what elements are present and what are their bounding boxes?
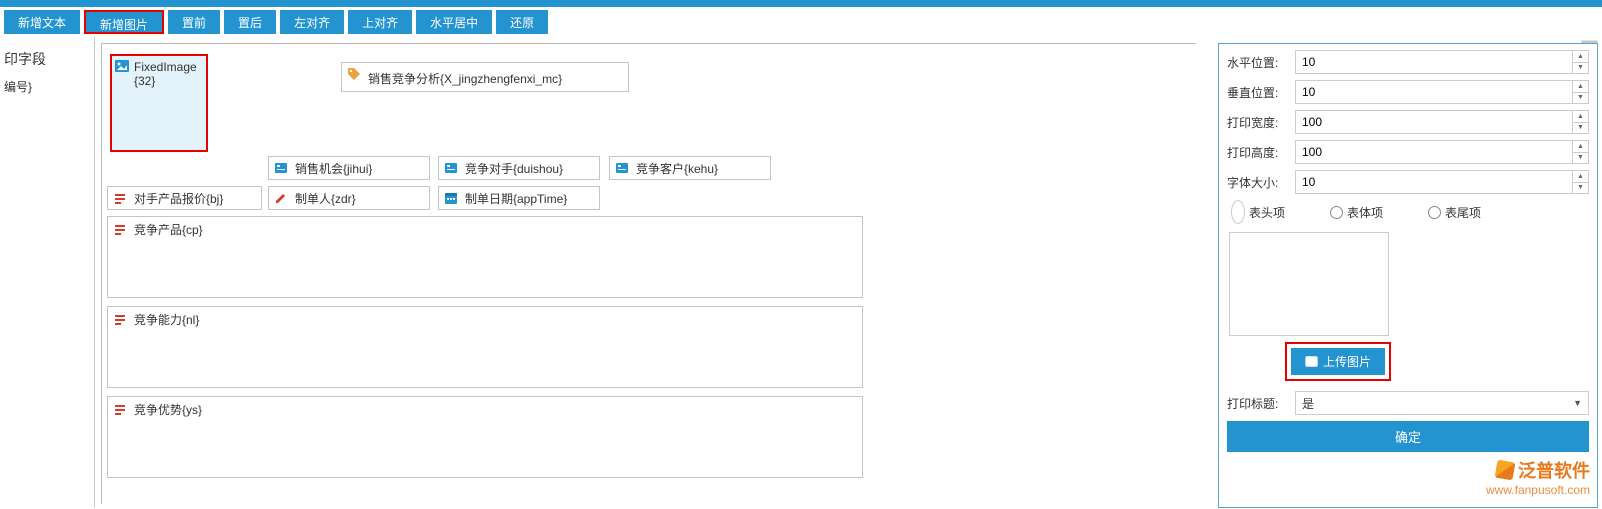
field-text: 竞争客户{kehu} bbox=[636, 160, 718, 177]
properties-panel: 水平位置: ▲▼ 垂直位置: ▲▼ 打印宽度: ▲▼ 打印高度: ▲▼ bbox=[1218, 43, 1598, 508]
fields-panel-title: 印字段 bbox=[0, 45, 94, 75]
print-title-select[interactable]: 是 ▼ bbox=[1295, 391, 1589, 415]
spinner-down-icon[interactable]: ▼ bbox=[1573, 63, 1588, 74]
window-titlebar bbox=[0, 0, 1602, 7]
pwidth-input[interactable] bbox=[1296, 111, 1572, 133]
title-field-text: 销售竞争分析{X_jingzhengfenxi_mc} bbox=[368, 70, 562, 87]
field-duishou[interactable]: 竞争对手{duishou} bbox=[438, 156, 600, 180]
field-text: 竞争产品{cp} bbox=[134, 223, 203, 237]
select-value: 是 bbox=[1302, 395, 1314, 412]
spinner-up-icon[interactable]: ▲ bbox=[1573, 141, 1588, 153]
canvas-wrap: FixedImage{32} 销售竞争分析{X_jingzhengfenxi_m… bbox=[95, 37, 1196, 508]
calendar-icon bbox=[444, 191, 458, 205]
send-back-button[interactable]: 置后 bbox=[224, 10, 276, 34]
image-icon bbox=[115, 60, 129, 72]
spinner-up-icon[interactable]: ▲ bbox=[1573, 51, 1588, 63]
field-text: 制单日期{appTime} bbox=[465, 190, 567, 207]
chevron-down-icon: ▼ bbox=[1573, 398, 1582, 408]
field-list-item[interactable]: 编号} bbox=[0, 75, 94, 98]
spinner-down-icon[interactable]: ▼ bbox=[1573, 123, 1588, 134]
upload-label: 上传图片 bbox=[1323, 353, 1371, 370]
spinner-up-icon[interactable]: ▲ bbox=[1573, 171, 1588, 183]
fontsize-spinner[interactable]: ▲▼ bbox=[1295, 170, 1589, 194]
radio-body[interactable]: 表体项 bbox=[1330, 204, 1383, 221]
text-icon bbox=[113, 191, 127, 205]
field-text: 竞争能力{nl} bbox=[134, 313, 199, 327]
radio-header[interactable]: 表头项 bbox=[1231, 200, 1285, 224]
fixed-image-block[interactable]: FixedImage{32} bbox=[110, 54, 208, 152]
text-icon bbox=[113, 312, 127, 326]
field-nl[interactable]: 竞争能力{nl} bbox=[107, 306, 863, 388]
fixed-image-label: FixedImage{32} bbox=[134, 60, 197, 88]
upload-icon bbox=[1305, 355, 1318, 368]
upload-image-button[interactable]: 上传图片 bbox=[1291, 348, 1385, 375]
field-text: 对手产品报价{bj} bbox=[134, 190, 223, 207]
pheight-label: 打印高度: bbox=[1227, 144, 1295, 161]
radio-icon bbox=[1231, 200, 1245, 224]
field-text: 制单人{zdr} bbox=[295, 190, 356, 207]
vpos-spinner[interactable]: ▲▼ bbox=[1295, 80, 1589, 104]
radio-icon bbox=[1428, 206, 1441, 219]
hpos-input[interactable] bbox=[1296, 51, 1572, 73]
vpos-label: 垂直位置: bbox=[1227, 84, 1295, 101]
hpos-label: 水平位置: bbox=[1227, 54, 1295, 71]
field-kehu[interactable]: 竞争客户{kehu} bbox=[609, 156, 771, 180]
brand-url: www.fanpusoft.com bbox=[1486, 483, 1590, 497]
field-text: 竞争优势{ys} bbox=[134, 403, 202, 417]
field-text: 竞争对手{duishou} bbox=[465, 160, 563, 177]
logo-icon bbox=[1495, 460, 1516, 481]
spinner-up-icon[interactable]: ▲ bbox=[1573, 81, 1588, 93]
spinner-down-icon[interactable]: ▼ bbox=[1573, 93, 1588, 104]
title-field[interactable]: 销售竞争分析{X_jingzhengfenxi_mc} bbox=[341, 62, 629, 92]
field-bj[interactable]: 对手产品报价{bj} bbox=[107, 186, 262, 210]
radio-label: 表尾项 bbox=[1445, 204, 1481, 221]
fontsize-input[interactable] bbox=[1296, 171, 1572, 193]
pwidth-label: 打印宽度: bbox=[1227, 114, 1295, 131]
brand-text: 泛普软件 bbox=[1518, 457, 1590, 483]
field-apptime[interactable]: 制单日期{appTime} bbox=[438, 186, 600, 210]
radio-label: 表体项 bbox=[1347, 204, 1383, 221]
vpos-input[interactable] bbox=[1296, 81, 1572, 103]
spinner-down-icon[interactable]: ▼ bbox=[1573, 183, 1588, 194]
left-fields-panel: 印字段 编号} bbox=[0, 37, 95, 508]
upload-highlight: 上传图片 bbox=[1285, 342, 1391, 381]
field-text: 销售机会{jihui} bbox=[295, 160, 372, 177]
align-top-button[interactable]: 上对齐 bbox=[348, 10, 412, 34]
pwidth-spinner[interactable]: ▲▼ bbox=[1295, 110, 1589, 134]
pheight-input[interactable] bbox=[1296, 141, 1572, 163]
radio-footer[interactable]: 表尾项 bbox=[1428, 204, 1481, 221]
center-horizontal-button[interactable]: 水平居中 bbox=[416, 10, 492, 34]
field-ys[interactable]: 竞争优势{ys} bbox=[107, 396, 863, 478]
text-icon bbox=[113, 222, 127, 236]
restore-button[interactable]: 还原 bbox=[496, 10, 548, 34]
watermark: 泛普软件 www.fanpusoft.com bbox=[1486, 457, 1590, 497]
add-text-button[interactable]: 新增文本 bbox=[4, 10, 80, 34]
bring-front-button[interactable]: 置前 bbox=[168, 10, 220, 34]
position-radio-group: 表头项 表体项 表尾项 bbox=[1231, 200, 1589, 224]
radio-icon bbox=[1330, 206, 1343, 219]
card-icon bbox=[274, 161, 288, 175]
field-cp[interactable]: 竞争产品{cp} bbox=[107, 216, 863, 298]
design-canvas[interactable]: FixedImage{32} 销售竞争分析{X_jingzhengfenxi_m… bbox=[101, 43, 1196, 504]
pheight-spinner[interactable]: ▲▼ bbox=[1295, 140, 1589, 164]
spinner-down-icon[interactable]: ▼ bbox=[1573, 153, 1588, 164]
card-icon bbox=[444, 161, 458, 175]
align-left-button[interactable]: 左对齐 bbox=[280, 10, 344, 34]
add-image-button[interactable]: 新增图片 bbox=[84, 10, 164, 34]
field-zdr[interactable]: 制单人{zdr} bbox=[268, 186, 430, 210]
main-area: 印字段 编号} FixedImage{32} 销售竞争分析{X_jingzhen… bbox=[0, 37, 1602, 508]
confirm-button[interactable]: 确定 bbox=[1227, 421, 1589, 452]
image-preview bbox=[1229, 232, 1389, 336]
tag-icon bbox=[347, 67, 361, 81]
field-jihui[interactable]: 销售机会{jihui} bbox=[268, 156, 430, 180]
hpos-spinner[interactable]: ▲▼ bbox=[1295, 50, 1589, 74]
card-icon bbox=[615, 161, 629, 175]
fontsize-label: 字体大小: bbox=[1227, 174, 1295, 191]
text-icon bbox=[113, 402, 127, 416]
spinner-up-icon[interactable]: ▲ bbox=[1573, 111, 1588, 123]
toolbar: 新增文本 新增图片 置前 置后 左对齐 上对齐 水平居中 还原 bbox=[0, 7, 1602, 37]
radio-label: 表头项 bbox=[1249, 204, 1285, 221]
edit-icon bbox=[274, 191, 288, 205]
print-title-label: 打印标题: bbox=[1227, 395, 1295, 412]
